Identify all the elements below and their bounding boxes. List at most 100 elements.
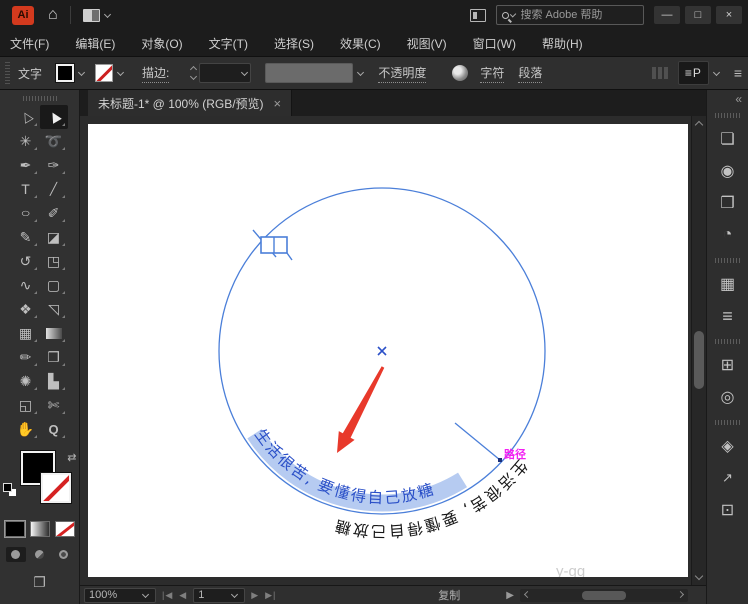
slice-tool[interactable]: ✄: [40, 393, 68, 417]
column-graph-tool[interactable]: ▙: [40, 369, 68, 393]
options-menu-icon[interactable]: ≡: [734, 65, 742, 81]
paragraph-panel-link[interactable]: 段落: [518, 64, 542, 83]
rotate-tool[interactable]: ↺: [12, 249, 40, 273]
workspace-switcher-button[interactable]: ≡P: [678, 61, 709, 85]
character-panel-link[interactable]: 字符: [480, 64, 504, 83]
eraser-tool[interactable]: ◪: [40, 225, 68, 249]
swap-fill-stroke-icon[interactable]: ⇄: [67, 451, 76, 464]
close-button[interactable]: ×: [716, 6, 742, 24]
shape-builder-tool[interactable]: ❖: [12, 297, 40, 321]
draw-normal-button[interactable]: [6, 547, 26, 562]
gradient-button[interactable]: [30, 521, 50, 537]
direct-selection-tool[interactable]: ▶: [40, 105, 68, 129]
menu-edit[interactable]: 编辑(E): [75, 35, 115, 52]
menu-type[interactable]: 文字(T): [209, 35, 248, 52]
maximize-button[interactable]: □: [685, 6, 711, 24]
search-input[interactable]: [520, 9, 638, 21]
collapse-panels-icon[interactable]: «: [735, 92, 742, 106]
artboard-tool[interactable]: ◱: [12, 393, 40, 417]
stroke-panel-icon[interactable]: ≡: [713, 303, 743, 329]
pathfinder-panel-icon[interactable]: ⊞: [713, 352, 743, 378]
transparency-panel-icon[interactable]: ◎: [713, 384, 743, 410]
default-fill-stroke-icon[interactable]: [3, 483, 17, 497]
opacity-link[interactable]: 不透明度: [378, 64, 426, 83]
menu-effect[interactable]: 效果(C): [340, 35, 381, 52]
export-panel-icon[interactable]: ↗: [713, 465, 743, 491]
artboards-panel-icon[interactable]: ⊡: [713, 497, 743, 523]
help-search[interactable]: [496, 5, 644, 25]
free-transform-tool[interactable]: ▢: [40, 273, 68, 297]
color-button[interactable]: [5, 521, 25, 537]
canvas[interactable]: 生活很苦, 要懂得自己放糖 生活很苦, 要懂得自己放糖 路径 y-gg: [80, 116, 706, 585]
zoom-level-select[interactable]: 100%: [84, 588, 156, 603]
document-setup-icon[interactable]: [452, 65, 468, 81]
next-artboard-button[interactable]: ▶: [251, 590, 259, 601]
home-icon[interactable]: ⌂: [48, 6, 58, 24]
stroke-indicator[interactable]: [41, 473, 71, 503]
mesh-tool[interactable]: ▦: [12, 321, 40, 345]
eyedropper-tool[interactable]: ✏: [12, 345, 40, 369]
menu-object[interactable]: 对象(O): [141, 35, 182, 52]
horizontal-scrollbar[interactable]: [520, 589, 688, 602]
curvature-tool[interactable]: ✑: [40, 153, 68, 177]
menu-help[interactable]: 帮助(H): [542, 35, 583, 52]
chevron-down-icon[interactable]: [713, 68, 720, 75]
swatch-groups-panel-icon[interactable]: ▦: [713, 271, 743, 297]
arrange-documents-icon[interactable]: [83, 9, 100, 22]
status-menu-arrow-icon[interactable]: ▶: [506, 590, 514, 601]
first-artboard-button[interactable]: |◀: [162, 590, 173, 601]
stroke-color-swatch[interactable]: [95, 64, 113, 82]
menu-file[interactable]: 文件(F): [10, 35, 49, 52]
line-segment-tool[interactable]: ╱: [40, 177, 68, 201]
draw-behind-button[interactable]: [30, 547, 50, 562]
ellipse-tool[interactable]: ○: [12, 201, 40, 225]
stroke-weight-label[interactable]: 描边:: [142, 64, 169, 83]
draw-inside-button[interactable]: [54, 547, 74, 562]
screen-mode-button[interactable]: ❐: [33, 574, 46, 591]
hand-tool[interactable]: ✋: [12, 417, 40, 441]
fill-color-swatch[interactable]: [56, 64, 74, 82]
scroll-left-icon[interactable]: [524, 590, 531, 597]
vertical-scrollbar[interactable]: [691, 116, 706, 585]
tab-close-icon[interactable]: ×: [274, 96, 282, 111]
pen-tool[interactable]: ✒: [12, 153, 40, 177]
last-artboard-button[interactable]: ▶|: [265, 590, 276, 601]
document-arrangement-icon[interactable]: [470, 9, 486, 22]
scroll-down-icon[interactable]: [695, 572, 703, 580]
properties-panel-icon[interactable]: ❏: [713, 126, 743, 152]
type-tool[interactable]: T: [12, 177, 40, 201]
lasso-tool[interactable]: ➰: [40, 129, 68, 153]
stroke-weight-combo[interactable]: [199, 63, 251, 83]
menu-view[interactable]: 视图(V): [407, 35, 447, 52]
swatches-panel-icon[interactable]: ❒: [713, 190, 743, 216]
menu-window[interactable]: 窗口(W): [473, 35, 516, 52]
symbol-sprayer-tool[interactable]: ✺: [12, 369, 40, 393]
none-button[interactable]: [55, 521, 75, 537]
shaper-tool[interactable]: ✎: [12, 225, 40, 249]
scroll-right-icon[interactable]: [677, 590, 684, 597]
gradient-tool[interactable]: ■: [40, 321, 68, 345]
chevron-down-icon[interactable]: [104, 10, 111, 17]
anchor-point[interactable]: [498, 458, 502, 462]
previous-artboard-button[interactable]: ◀: [179, 590, 187, 601]
width-tool[interactable]: ∿: [12, 273, 40, 297]
chevron-down-icon[interactable]: [117, 68, 124, 75]
artboard-navigation-select[interactable]: 1: [193, 588, 245, 603]
scroll-up-icon[interactable]: [695, 121, 703, 129]
layers-panel-icon[interactable]: ◈: [713, 433, 743, 459]
scale-tool[interactable]: ◳: [40, 249, 68, 273]
menu-select[interactable]: 选择(S): [274, 35, 314, 52]
gradient-panel-icon[interactable]: ◔: [713, 222, 743, 248]
blend-tool[interactable]: ❐: [40, 345, 68, 369]
perspective-grid-tool[interactable]: ◹: [40, 297, 68, 321]
vertical-scroll-thumb[interactable]: [694, 331, 704, 389]
minimize-button[interactable]: —: [654, 6, 680, 24]
magic-wand-tool[interactable]: ✳: [12, 129, 40, 153]
paintbrush-tool[interactable]: ✐: [40, 201, 68, 225]
stroke-weight-stepper[interactable]: [191, 67, 196, 79]
document-tab[interactable]: 未标题-1* @ 100% (RGB/预览) ×: [88, 90, 292, 116]
artboard[interactable]: 生活很苦, 要懂得自己放糖 生活很苦, 要懂得自己放糖 路径 y-gg: [88, 124, 688, 577]
color-panel-icon[interactable]: ◉: [713, 158, 743, 184]
selection-tool[interactable]: ▷: [12, 105, 40, 129]
chevron-down-icon[interactable]: [78, 68, 85, 75]
